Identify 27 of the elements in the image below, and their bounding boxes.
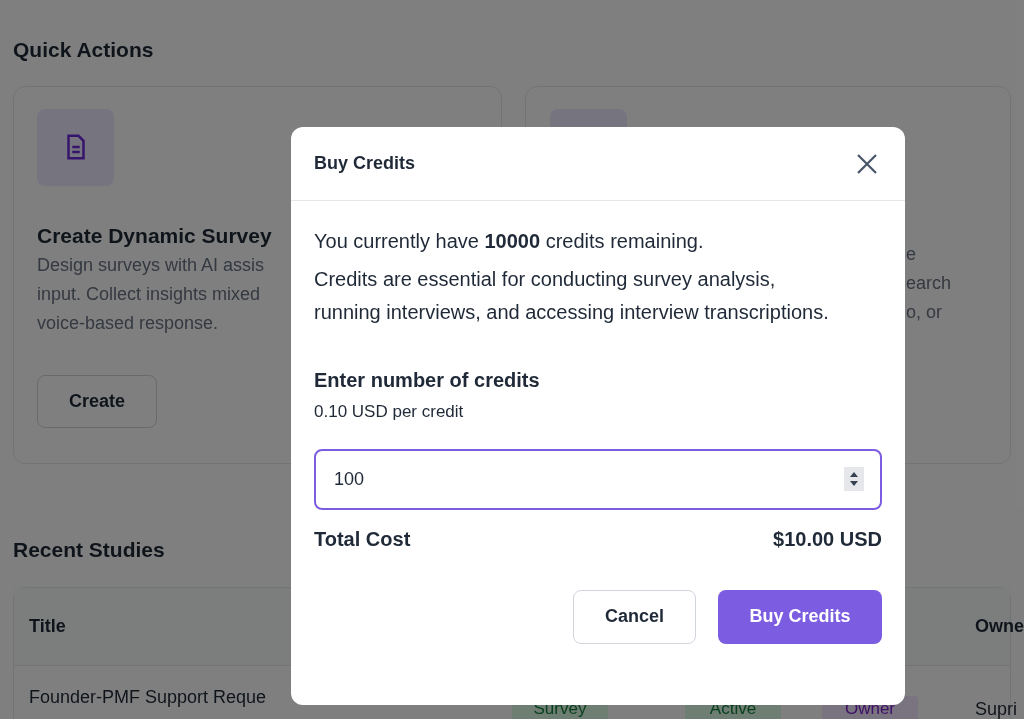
spinner-icon[interactable] <box>844 466 864 491</box>
total-label: Total Cost <box>314 526 411 552</box>
table-cell-text: Supri <box>975 698 1018 719</box>
card-description: o, or <box>906 300 943 324</box>
section-title: Recent Studies <box>13 536 165 563</box>
create-button[interactable]: Create <box>37 375 157 428</box>
card-description: input. Collect insights mixed <box>37 283 261 306</box>
field-label: Enter number of credits <box>314 368 540 393</box>
total-value: $10.00 USD <box>773 526 882 552</box>
section-title: Quick Actions <box>13 37 154 63</box>
document-icon <box>37 108 114 186</box>
card-description: voice-based response. <box>37 312 219 335</box>
close-icon[interactable] <box>856 152 878 175</box>
table-cell-text: Founder-PMF Support Reque <box>29 686 267 709</box>
field-hint: 0.10 USD per credit <box>314 401 464 423</box>
credits-remaining-text: You currently have 10000 credits remaining. <box>314 229 705 254</box>
buy-credits-button[interactable]: Buy Credits <box>718 589 882 644</box>
credits-info-text: Credits are essential for conducting survey analysis, running interviews, and accessing interview transcriptions. <box>314 267 830 325</box>
column-header: Title <box>29 615 66 638</box>
card-description: Design surveys with AI assis <box>37 254 265 277</box>
card-description: earch <box>906 271 952 295</box>
column-header: Owne <box>975 615 1024 638</box>
dialog-title: Buy Credits <box>314 152 416 175</box>
card-description: e <box>906 242 917 266</box>
cancel-button[interactable]: Cancel <box>573 589 696 644</box>
credits-input[interactable]: 100 <box>314 448 882 510</box>
card-title: Create Dynamic Survey <box>37 222 272 249</box>
